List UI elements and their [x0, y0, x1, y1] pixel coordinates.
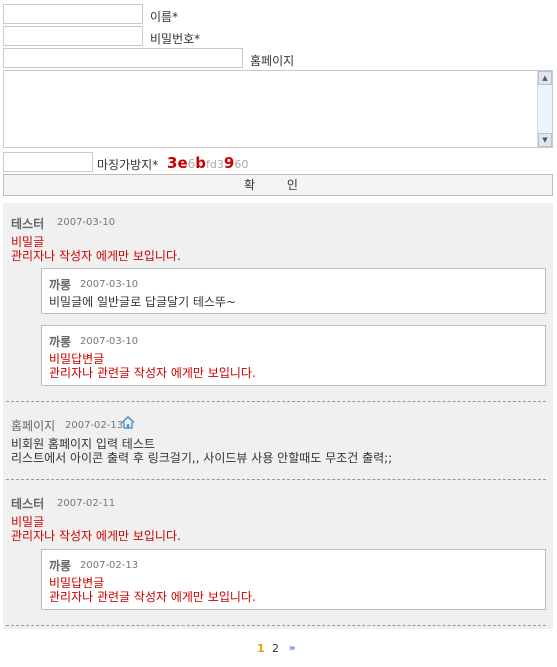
comment-secret-notice: 관리자나 작성자 에게만 보입니다.: [11, 529, 181, 543]
reply-author: 까롱: [49, 278, 72, 292]
captcha-char: 3: [167, 154, 178, 172]
reply-secret-notice: 관리자나 관련글 작성자 에게만 보입니다.: [49, 590, 256, 604]
captcha-image: 3e6bfd3960: [167, 154, 248, 172]
textarea-scrollbar[interactable]: ▲ ▼: [537, 71, 552, 147]
captcha-char: 6: [234, 158, 242, 171]
comment-divider: [6, 401, 546, 402]
reply-box: 까롱 2007-03-10 비밀글에 일반글로 답글달기 테스뚜~: [41, 268, 546, 314]
page-link-current[interactable]: 1: [257, 642, 265, 655]
captcha-char: 9: [223, 154, 235, 172]
scroll-up-icon[interactable]: ▲: [538, 71, 552, 85]
name-label: 이름*: [150, 10, 179, 24]
password-label: 비밀번호*: [150, 32, 201, 46]
reply-secret-notice: 관리자나 관련글 작성자 에게만 보입니다.: [49, 366, 256, 380]
captcha-char: d: [209, 158, 217, 171]
password-input[interactable]: [3, 26, 143, 46]
reply-date: 2007-03-10: [80, 279, 139, 290]
captcha-input[interactable]: [3, 152, 93, 172]
comment-secret-notice: 관리자나 작성자 에게만 보입니다.: [11, 249, 181, 263]
comment-divider: [6, 625, 546, 626]
comment-author: 테스터: [11, 217, 45, 231]
reply-author: 까롱: [49, 559, 72, 573]
reply-box: 까롱 2007-03-10 비밀답변글 관리자나 관련글 작성자 에게만 보입니…: [41, 325, 546, 386]
page-link[interactable]: 2: [272, 642, 279, 655]
comment-text: 리스트에서 아이콘 출력 후 링크걸기,, 사이드뷰 사용 안할때도 무조건 출…: [11, 451, 393, 465]
reply-date: 2007-03-10: [80, 336, 139, 347]
home-icon[interactable]: [121, 416, 135, 432]
reply-text: 비밀글에 일반글로 답글달기 테스뚜~: [49, 295, 237, 309]
comment-date: 2007-02-11: [57, 498, 116, 509]
captcha-char: 0: [241, 158, 249, 171]
name-input[interactable]: [3, 4, 143, 24]
captcha-char: e: [177, 154, 188, 172]
submit-button[interactable]: 확 인: [3, 174, 553, 196]
comment-textarea[interactable]: ▲ ▼: [3, 70, 553, 148]
reply-box: 까롱 2007-02-13 비밀답변글 관리자나 관련글 작성자 에게만 보입니…: [41, 549, 546, 610]
reply-author: 까롱: [49, 335, 72, 349]
captcha-label: 마징가방지*: [97, 158, 159, 172]
homepage-input[interactable]: [3, 48, 243, 68]
comment-author[interactable]: 홈페이지: [11, 417, 55, 434]
captcha-char: 6: [187, 157, 196, 171]
scroll-down-icon[interactable]: ▼: [538, 133, 552, 147]
comment-author: 테스터: [11, 497, 45, 511]
double-chevron-right-icon[interactable]: »: [289, 643, 295, 654]
captcha-char: 3: [216, 158, 224, 171]
homepage-label: 홈페이지: [250, 54, 295, 68]
comment-list: 테스터 2007-03-10 비밀글 관리자나 작성자 에게만 보입니다. 까롱…: [3, 203, 553, 629]
comment-date: 2007-02-13: [65, 420, 124, 431]
comment-divider: [6, 479, 546, 480]
comment-date: 2007-03-10: [57, 217, 116, 228]
reply-date: 2007-02-13: [80, 560, 139, 571]
captcha-char: b: [195, 154, 207, 172]
